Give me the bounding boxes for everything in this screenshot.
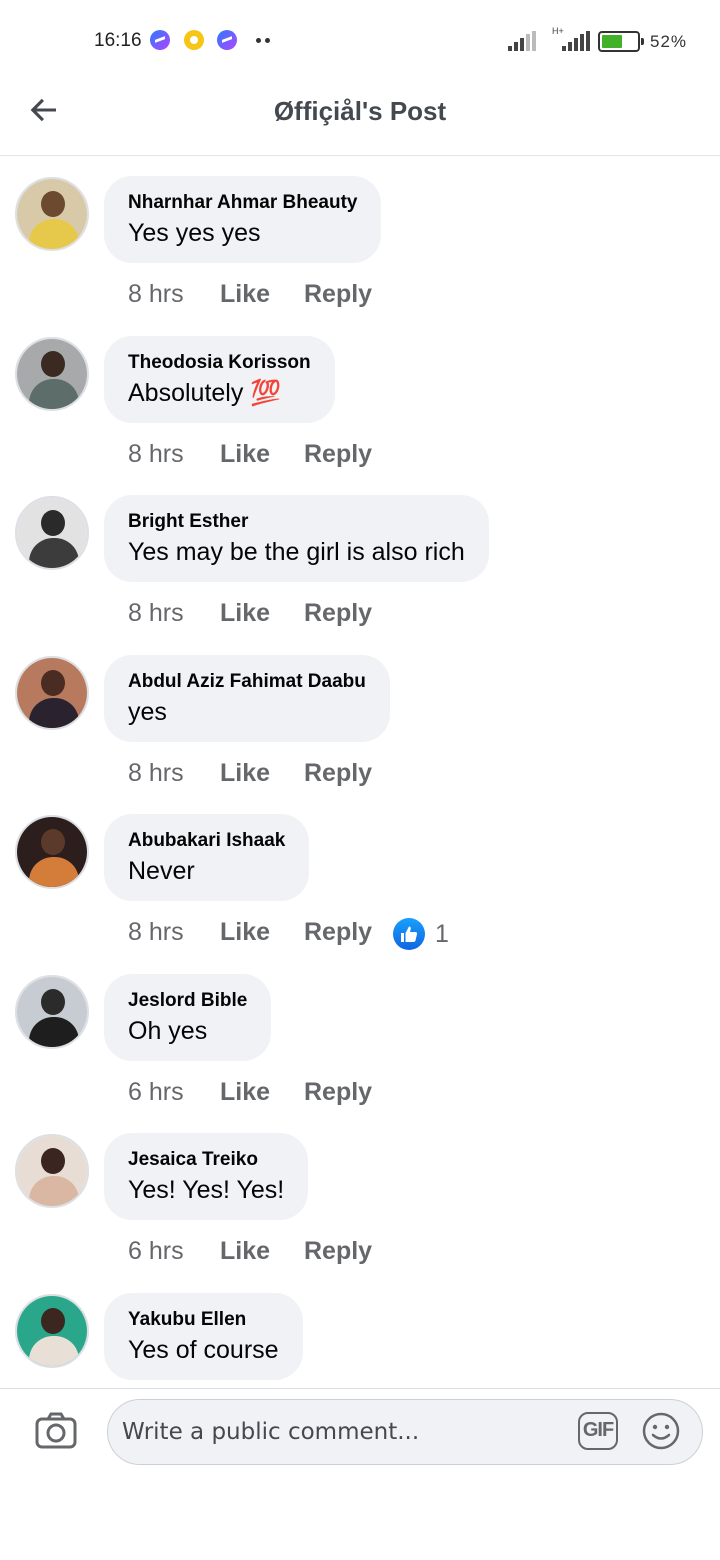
wifi-signal-icon [508,31,536,51]
comment-text: Yes yes yes [128,219,261,247]
comment-bubble: Bright Esther Yes may be the girl is als… [104,495,489,582]
thumbs-up-icon [393,918,425,950]
like-button[interactable]: Like [220,1237,304,1266]
avatar-head [41,350,65,377]
comment-time: 8 hrs [128,280,184,308]
comment-author[interactable]: Jeslord Bible [128,990,247,1012]
comment-meta: 8 hrs Like Reply [128,440,372,469]
comment: Yakubu Ellen Yes of course [0,1273,720,1389]
comment-author[interactable]: Theodosia Korisson [128,352,311,374]
comment-bubble: Abubakari Ishaak Never [104,814,310,901]
avatar-head [41,669,65,696]
comment-time: 8 hrs [128,918,184,946]
avatar-head [41,829,65,855]
comment-time: 8 hrs [128,758,184,787]
comment-bubble: Jesaica Treiko Yes! Yes! Yes! [104,1133,309,1220]
avatar[interactable] [15,974,89,1049]
like-button[interactable]: Like [220,759,304,788]
comment-author[interactable]: Abdul Aziz Fahimat Daabu [128,671,366,693]
comment-bubble: Abdul Aziz Fahimat Daabu yes [104,654,390,742]
reply-button[interactable]: Reply [304,440,372,469]
status-bar: 16:16 H+ 52% [0,0,720,80]
avatar-head [41,1148,65,1174]
camera-icon [35,1412,77,1449]
comment-text: Yes of course [128,1335,279,1364]
comment-author[interactable]: Nharnhar Ahmar Bheauty [128,192,357,214]
comment-author[interactable]: Yakubu Ellen [128,1309,279,1331]
comment-time: 8 hrs [128,599,184,627]
reply-button[interactable]: Reply [304,599,372,628]
comment-meta: 8 hrs Like Reply [128,280,372,309]
comment-bubble: Nharnhar Ahmar Bheauty Yes yes yes [104,176,382,263]
comment-text: Absolutely 💯 [128,378,282,407]
comment-author[interactable]: Bright Esther [128,511,465,533]
messenger-icon [150,30,170,50]
avatar[interactable] [15,1134,89,1208]
like-button[interactable]: Like [220,440,304,469]
comment: Abubakari Ishaak Never 8 hrs Like Reply [0,794,720,954]
comment-composer: GIF [0,1388,720,1560]
comment-time: 6 hrs [128,1237,184,1265]
comment-time: 8 hrs [128,439,184,468]
comment-author[interactable]: Abubakari Ishaak [128,830,285,852]
comment-meta: 8 hrs Like Reply [128,918,372,947]
battery-icon [598,31,644,52]
avatar[interactable] [15,1293,89,1368]
avatar[interactable] [15,655,89,730]
more-notifications-icon [256,38,261,43]
avatar-head [41,1307,65,1334]
comment: Nharnhar Ahmar Bheauty Yes yes yes 8 hrs… [0,156,720,316]
messenger-icon [217,30,237,50]
reply-button[interactable]: Reply [304,280,372,309]
comment-input[interactable] [122,1410,562,1454]
reply-button[interactable]: Reply [304,1237,372,1266]
comment-text: Never [128,857,195,885]
avatar-head [41,988,65,1015]
comment-text: Yes! Yes! Yes! [128,1176,285,1204]
emoji-button[interactable] [641,1411,681,1451]
cell-signal-icon [548,31,590,51]
comment-bubble: Yakubu Ellen Yes of course [104,1292,303,1380]
comment-input-container: GIF [107,1399,703,1465]
avatar[interactable] [15,815,89,889]
comment-author[interactable]: Jesaica Treiko [128,1149,284,1171]
comment: Abdul Aziz Fahimat Daabu yes 8 hrs Like Re… [0,635,720,795]
battery-percent: 52% [650,32,688,51]
avatar-head [41,510,65,536]
avatar[interactable] [15,496,89,570]
comment: Bright Esther Yes may be the girl is als… [0,475,720,635]
reaction-count: 1 [435,920,449,948]
status-time: 16:16 [94,30,142,51]
comment-text: Yes may be the girl is also rich [128,538,465,566]
comment-meta: 6 hrs Like Reply [128,1078,372,1107]
comment-time: 6 hrs [128,1077,184,1106]
comment-list: Nharnhar Ahmar Bheauty Yes yes yes 8 hrs… [0,156,720,1388]
avatar[interactable] [15,336,89,411]
comment-meta: 8 hrs Like Reply [128,759,372,788]
reply-button[interactable]: Reply [304,918,372,947]
reply-button[interactable]: Reply [304,759,372,788]
comment: Theodosia Korisson Absolutely 💯 8 hrs Lik… [0,316,720,476]
like-button[interactable]: Like [220,280,304,309]
comment-text: yes [128,697,167,726]
header: Øffiçiål's Post [0,80,720,156]
comment-bubble: Jeslord Bible Oh yes [104,973,272,1061]
avatar[interactable] [15,177,89,251]
page-title: Øffiçiål's Post [273,96,447,126]
camera-button[interactable] [34,1411,78,1451]
comment: Jesaica Treiko Yes! Yes! Yes! 6 hrs Like R… [0,1113,720,1273]
comment-bubble: Theodosia Korisson Absolutely 💯 [104,335,335,423]
gif-button[interactable]: GIF [578,1412,618,1450]
like-button[interactable]: Like [220,1078,304,1107]
smiley-icon [642,1412,680,1450]
like-button[interactable]: Like [220,918,304,947]
comment-meta: 8 hrs Like Reply [128,599,372,628]
comment-meta: 6 hrs Like Reply [128,1237,372,1266]
yellow-app-icon [184,30,204,50]
like-button[interactable]: Like [220,599,304,628]
reply-button[interactable]: Reply [304,1078,372,1107]
comment-text: Oh yes [128,1016,208,1045]
avatar-head [41,191,65,217]
comment: Jeslord Bible Oh yes 6 hrs Like Reply [0,954,720,1114]
